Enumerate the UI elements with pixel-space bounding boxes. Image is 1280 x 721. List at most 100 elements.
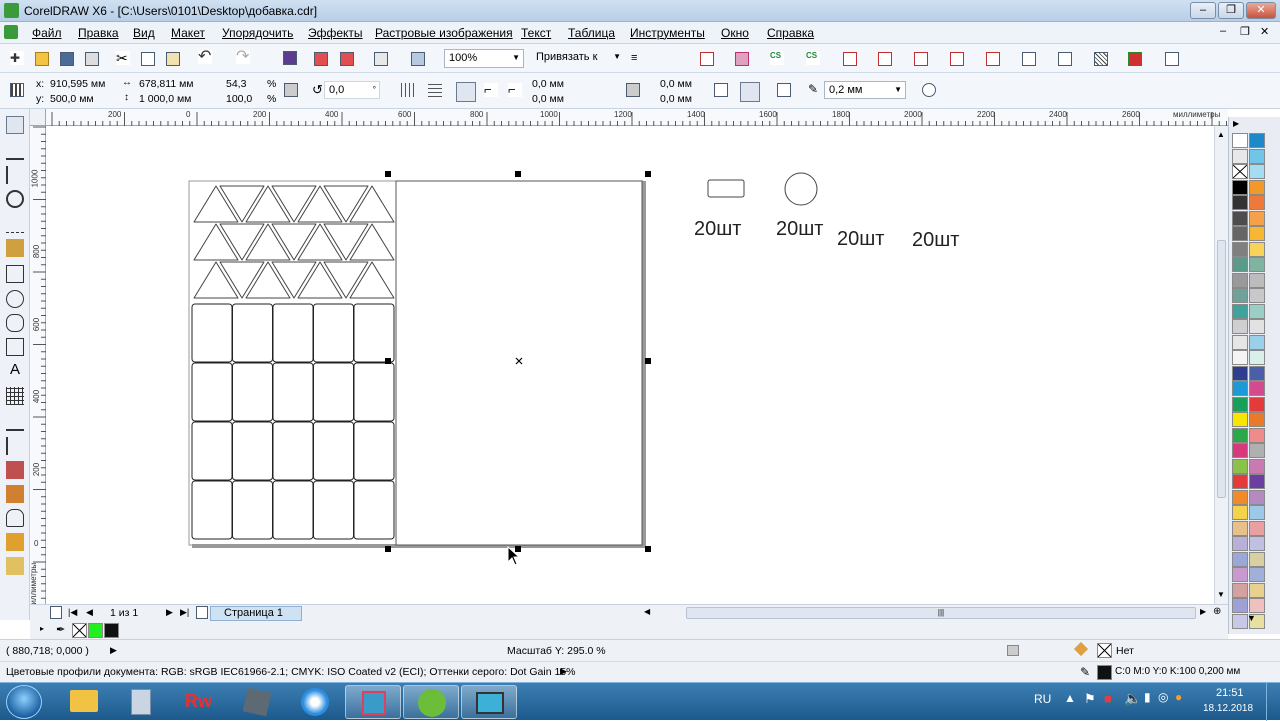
- paste-icon[interactable]: [166, 52, 180, 66]
- palette-swatch[interactable]: [1232, 195, 1248, 210]
- palette-swatch[interactable]: [1249, 536, 1265, 551]
- taskbar-explorer[interactable]: [56, 685, 112, 719]
- tray-flag-icon[interactable]: ⚑: [1084, 691, 1096, 707]
- palette-swatch[interactable]: [1249, 396, 1265, 412]
- cs-icon-1[interactable]: CS: [770, 51, 784, 65]
- basic-shapes-tool-icon[interactable]: [6, 338, 24, 356]
- print-icon[interactable]: [85, 52, 99, 66]
- palette-swatch[interactable]: [1249, 164, 1265, 179]
- vertical-ruler[interactable]: 1000 800 600 400 200 0 миллиметры: [29, 126, 46, 610]
- round-corner-icon[interactable]: [456, 82, 476, 102]
- corner-radius-2[interactable]: 0,0 мм: [532, 93, 564, 107]
- palette-swatch[interactable]: [1249, 288, 1265, 303]
- text-tool-icon[interactable]: A: [6, 361, 24, 379]
- tab-page-1[interactable]: Страница 1: [210, 606, 302, 621]
- cut-icon[interactable]: ✂: [116, 51, 130, 65]
- palette-swatch[interactable]: [1249, 257, 1265, 272]
- palette-swatch[interactable]: [1249, 582, 1265, 598]
- volume-icon[interactable]: 🔈: [1124, 690, 1141, 707]
- snap-to-select[interactable]: Привязать к ▼: [532, 49, 624, 68]
- taskbar-calculator[interactable]: [113, 685, 169, 719]
- palette-swatch[interactable]: [1232, 334, 1248, 350]
- palette-swatch[interactable]: [1232, 582, 1248, 598]
- dimension-tool-icon[interactable]: [6, 413, 24, 431]
- palette-swatch[interactable]: [1232, 427, 1248, 443]
- palette-swatch[interactable]: [1232, 551, 1248, 567]
- palette-swatch[interactable]: [1249, 148, 1265, 164]
- vertical-scrollbar[interactable]: ▲ ▼: [1214, 126, 1228, 604]
- ellipse-tool-icon[interactable]: [6, 290, 24, 308]
- width-field[interactable]: 678,811 мм: [139, 78, 194, 92]
- import-icon[interactable]: [314, 52, 328, 66]
- palette-swatch[interactable]: [1232, 148, 1248, 164]
- mirror-h-icon[interactable]: [401, 83, 415, 97]
- palette-swatch[interactable]: [1249, 133, 1265, 148]
- palette-swatch[interactable]: [1249, 567, 1265, 582]
- scroll-down-icon[interactable]: ▼: [1217, 590, 1225, 599]
- corner-radius-3[interactable]: 0,0 мм: [660, 78, 692, 92]
- app-launcher-icon[interactable]: [411, 52, 425, 66]
- taskbar-app-screen[interactable]: [461, 685, 517, 719]
- palette-swatch[interactable]: [1232, 505, 1248, 520]
- freehand-tool-icon[interactable]: [6, 215, 24, 233]
- pick-tool-icon[interactable]: [6, 116, 24, 134]
- palette-swatch[interactable]: [1249, 381, 1265, 396]
- palette-swatch[interactable]: [1249, 365, 1265, 381]
- menu-arrange[interactable]: Упорядочить: [222, 26, 293, 40]
- next-page-icon[interactable]: ▶: [166, 607, 173, 618]
- palette-swatch[interactable]: [1249, 474, 1265, 489]
- palette-swatch[interactable]: [1232, 443, 1248, 458]
- menu-effects[interactable]: Эффекты: [308, 26, 363, 40]
- doc-palette-arrow-icon[interactable]: ▸: [40, 624, 44, 633]
- palette-swatch[interactable]: [1232, 133, 1248, 148]
- palette-swatch[interactable]: [1232, 164, 1248, 179]
- palette-swatch[interactable]: [1249, 489, 1265, 505]
- h-scroll-left-icon[interactable]: ◀: [644, 607, 650, 616]
- rotation-field[interactable]: 0,0 °: [324, 81, 380, 99]
- scale-corners-icon[interactable]: [740, 82, 760, 102]
- palette-swatch[interactable]: [1232, 272, 1248, 288]
- undo-icon[interactable]: ↶: [198, 49, 212, 65]
- ruler-origin[interactable]: [30, 109, 46, 126]
- coreldraw-app-icon[interactable]: [4, 3, 19, 18]
- palette-swatch[interactable]: [1249, 520, 1265, 536]
- selection-handle[interactable]: [645, 546, 651, 552]
- palette-swatch[interactable]: [1232, 241, 1248, 257]
- corner-radius-4[interactable]: 0,0 мм: [660, 93, 692, 107]
- open-icon[interactable]: [35, 52, 49, 66]
- doc-icon-6[interactable]: [1022, 52, 1036, 66]
- hatch-icon[interactable]: [1094, 52, 1108, 66]
- doc-icon-2[interactable]: [878, 52, 892, 66]
- menu-layout[interactable]: Макет: [171, 26, 205, 40]
- x-position-field[interactable]: 910,595 мм: [50, 78, 105, 92]
- close-button[interactable]: ✕: [1246, 2, 1276, 19]
- tray-orange-icon[interactable]: ●: [1175, 690, 1182, 704]
- scale-y-field[interactable]: 100,0: [226, 93, 252, 107]
- connector-tool-icon[interactable]: [6, 437, 24, 455]
- menu-text[interactable]: Текст: [521, 26, 551, 40]
- vertical-scroll-thumb[interactable]: [1217, 240, 1226, 498]
- palette-swatch[interactable]: [1249, 598, 1265, 613]
- taskbar-browser[interactable]: [287, 685, 343, 719]
- palette-scroll-up-icon[interactable]: ▶: [1233, 119, 1239, 128]
- network-icon[interactable]: ▮: [1144, 690, 1151, 704]
- minimize-button[interactable]: –: [1190, 2, 1216, 19]
- outline-tool-icon[interactable]: [6, 509, 24, 527]
- menu-edit[interactable]: Правка: [78, 26, 119, 40]
- cs-icon-2[interactable]: CS: [806, 51, 820, 65]
- object-origin-icon[interactable]: [10, 83, 24, 97]
- selection-handle[interactable]: [645, 358, 651, 364]
- mdi-restore[interactable]: ❐: [1240, 25, 1250, 38]
- palette-swatch[interactable]: [1232, 598, 1248, 613]
- export-icon[interactable]: [340, 52, 354, 66]
- palette-swatch[interactable]: [1232, 226, 1248, 241]
- scroll-up-icon[interactable]: ▲: [1217, 130, 1225, 139]
- interactive-tool-icon[interactable]: [6, 461, 24, 479]
- status-arrow-icon[interactable]: ▶: [110, 645, 117, 656]
- show-desktop-button[interactable]: [1266, 683, 1280, 721]
- document-icon[interactable]: [4, 25, 18, 39]
- palette-swatch[interactable]: [1232, 257, 1248, 272]
- doc-icon-1[interactable]: [843, 52, 857, 66]
- status-preview-icon[interactable]: [1007, 645, 1019, 656]
- palette-swatch[interactable]: [1232, 381, 1248, 396]
